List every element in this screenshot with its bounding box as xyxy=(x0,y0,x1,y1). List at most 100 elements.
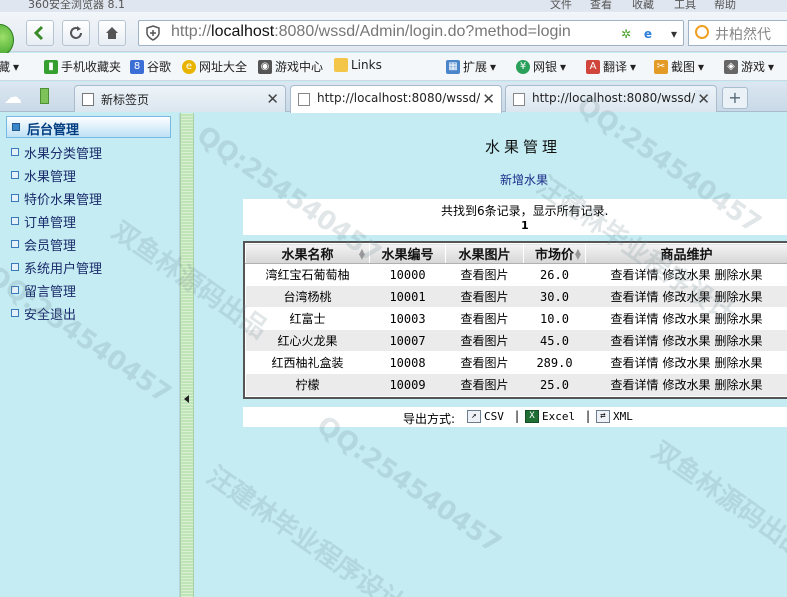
view-image-link[interactable]: 查看图片 xyxy=(445,373,524,396)
view-image-link[interactable]: 查看图片 xyxy=(445,285,524,308)
bullet-icon xyxy=(11,286,19,294)
sidebar-item-messages[interactable]: 留言管理 xyxy=(10,281,76,300)
delete-fruit-link[interactable]: 删除水果 xyxy=(715,268,763,282)
view-detail-link[interactable]: 查看详情 xyxy=(610,378,658,392)
back-button[interactable] xyxy=(26,20,54,46)
sidebar-item-logout[interactable]: 安全退出 xyxy=(10,304,76,323)
dropdown-icon: ▾ xyxy=(768,59,775,74)
frame-splitter[interactable] xyxy=(180,113,194,597)
tab-active[interactable]: http://localhost:8080/wssd/ ✕ xyxy=(290,85,502,113)
ext-expand[interactable]: ▦ 扩展 ▾ xyxy=(446,58,496,75)
edit-fruit-link[interactable]: 修改水果 xyxy=(662,290,710,304)
view-detail-link[interactable]: 查看详情 xyxy=(610,334,658,348)
delete-fruit-link[interactable]: 删除水果 xyxy=(715,312,763,326)
view-image-link[interactable]: 查看图片 xyxy=(445,263,524,286)
fav-games[interactable]: ◉ 游戏中心 xyxy=(258,58,323,75)
grid-icon: ▦ xyxy=(446,59,460,74)
page-number[interactable]: 1 xyxy=(521,219,529,232)
ext-bank[interactable]: ¥ 网银 ▾ xyxy=(516,58,566,75)
menu-help[interactable]: 帮助 xyxy=(714,0,736,12)
view-image-link[interactable]: 查看图片 xyxy=(445,351,524,374)
cell-actions: 查看详情 修改水果 删除水果 xyxy=(585,263,787,286)
edit-fruit-link[interactable]: 修改水果 xyxy=(662,356,710,370)
edit-fruit-link[interactable]: 修改水果 xyxy=(662,312,710,326)
phone-icon: ▮ xyxy=(44,59,58,74)
sidebar-item-orders[interactable]: 订单管理 xyxy=(10,212,76,231)
sidebar-item-fruit-category[interactable]: 水果分类管理 xyxy=(10,143,102,162)
table-row: 湾红宝石葡萄柚 10000 查看图片 26.0 查看详情 修改水果 删除水果 xyxy=(245,263,787,286)
ext-translate-label: 翻译 xyxy=(603,60,628,74)
view-detail-link[interactable]: 查看详情 xyxy=(610,268,658,282)
edit-fruit-link[interactable]: 修改水果 xyxy=(662,334,710,348)
delete-fruit-link[interactable]: 删除水果 xyxy=(715,356,763,370)
view-detail-link[interactable]: 查看详情 xyxy=(610,356,658,370)
view-image-link[interactable]: 查看图片 xyxy=(445,307,524,330)
sidebar-item-fruit[interactable]: 水果管理 xyxy=(10,166,76,185)
sidebar-item-special-fruit[interactable]: 特价水果管理 xyxy=(10,189,102,208)
menu-file[interactable]: 文件 xyxy=(550,0,572,12)
search-input[interactable]: 井柏然代 xyxy=(715,24,771,44)
fav-google[interactable]: 8 谷歌 xyxy=(130,58,171,75)
close-icon[interactable]: ✕ xyxy=(266,90,279,108)
cloud-icon[interactable]: ☁ xyxy=(4,87,22,108)
menu-view[interactable]: 查看 xyxy=(590,0,612,12)
view-image-link[interactable]: 查看图片 xyxy=(445,329,524,352)
delete-fruit-link[interactable]: 删除水果 xyxy=(715,378,763,392)
export-xml-link[interactable]: ⇄ XML xyxy=(596,410,633,423)
ie-mode-icon[interactable]: e xyxy=(639,25,657,43)
delete-fruit-link[interactable]: 删除水果 xyxy=(715,290,763,304)
compat-mode-icon[interactable]: ✲ xyxy=(617,25,635,43)
sidebar-item-system-users[interactable]: 系统用户管理 xyxy=(10,258,102,277)
browser-logo-icon[interactable] xyxy=(0,24,14,56)
refresh-button[interactable] xyxy=(62,20,90,46)
bullet-icon xyxy=(11,217,19,225)
column-header-name[interactable]: 水果名称 ▲ ▼ xyxy=(245,243,370,264)
menu-favorites[interactable]: 收藏 xyxy=(632,0,654,12)
delete-fruit-link[interactable]: 删除水果 xyxy=(715,334,763,348)
url-path: :8080/wssd/Admin/login.do?method=login xyxy=(274,23,571,40)
fav-google-label: 谷歌 xyxy=(147,60,172,74)
tab-third[interactable]: http://localhost:8080/wssd/ ✕ xyxy=(505,85,717,112)
search-engine-icon xyxy=(695,25,709,39)
edit-fruit-link[interactable]: 修改水果 xyxy=(662,268,710,282)
sidebar-item-members[interactable]: 会员管理 xyxy=(10,235,76,254)
cell-code: 10000 xyxy=(369,263,446,286)
gamepad-icon: ◉ xyxy=(258,59,272,74)
ext-game[interactable]: ◈ 游戏 ▾ xyxy=(724,58,774,75)
fav-urls[interactable]: e 网址大全 xyxy=(182,58,247,75)
page-icon xyxy=(513,93,525,106)
fav-links[interactable]: Links xyxy=(334,58,382,72)
fav-mobile[interactable]: ▮ 手机收藏夹 xyxy=(44,58,121,75)
cell-price: 30.0 xyxy=(523,285,586,308)
ext-screenshot[interactable]: ✂ 截图 ▾ xyxy=(654,58,704,75)
column-header-price[interactable]: 市场价 ▲ ▼ xyxy=(523,243,586,264)
cell-code: 10007 xyxy=(369,329,446,352)
view-detail-link[interactable]: 查看详情 xyxy=(610,290,658,304)
phone-sync-icon[interactable] xyxy=(40,88,49,104)
new-tab-button[interactable]: + xyxy=(722,87,748,109)
add-fruit-link[interactable]: 新增水果 xyxy=(500,171,548,188)
table-row: 红心火龙果 10007 查看图片 45.0 查看详情 修改水果 删除水果 xyxy=(245,329,787,352)
favorites-menu[interactable]: 藏 ▾ xyxy=(0,58,19,75)
view-detail-link[interactable]: 查看详情 xyxy=(610,312,658,326)
globe-icon: e xyxy=(182,59,196,74)
table-row: 红富士 10003 查看图片 10.0 查看详情 修改水果 删除水果 xyxy=(245,307,787,330)
close-icon[interactable]: ✕ xyxy=(480,90,495,108)
sidebar-header[interactable]: 后台管理 xyxy=(6,116,171,138)
export-csv-link[interactable]: ↗ CSV xyxy=(467,410,504,423)
ext-expand-label: 扩展 xyxy=(463,60,488,74)
home-button[interactable] xyxy=(98,20,126,46)
table-header-row: 水果名称 ▲ ▼ 水果编号 水果图片 市场价 ▲ ▼ 商品维护 xyxy=(245,243,787,264)
search-box[interactable]: 井柏然代 xyxy=(688,20,787,46)
bullet-icon xyxy=(11,194,19,202)
url-host: localhost xyxy=(211,23,275,40)
export-excel-link[interactable]: X Excel xyxy=(525,410,575,423)
edit-fruit-link[interactable]: 修改水果 xyxy=(662,378,710,392)
close-icon[interactable]: ✕ xyxy=(695,90,710,108)
menu-tools[interactable]: 工具 xyxy=(674,0,696,12)
tab-new-tab[interactable]: 新标签页 ✕ xyxy=(74,85,286,112)
address-dropdown-icon[interactable]: ▾ xyxy=(665,25,683,43)
address-bar[interactable]: http://localhost:8080/wssd/Admin/login.d… xyxy=(138,20,684,46)
ext-translate[interactable]: A 翻译 ▾ xyxy=(586,58,636,75)
collapse-arrow-icon[interactable] xyxy=(184,395,189,403)
